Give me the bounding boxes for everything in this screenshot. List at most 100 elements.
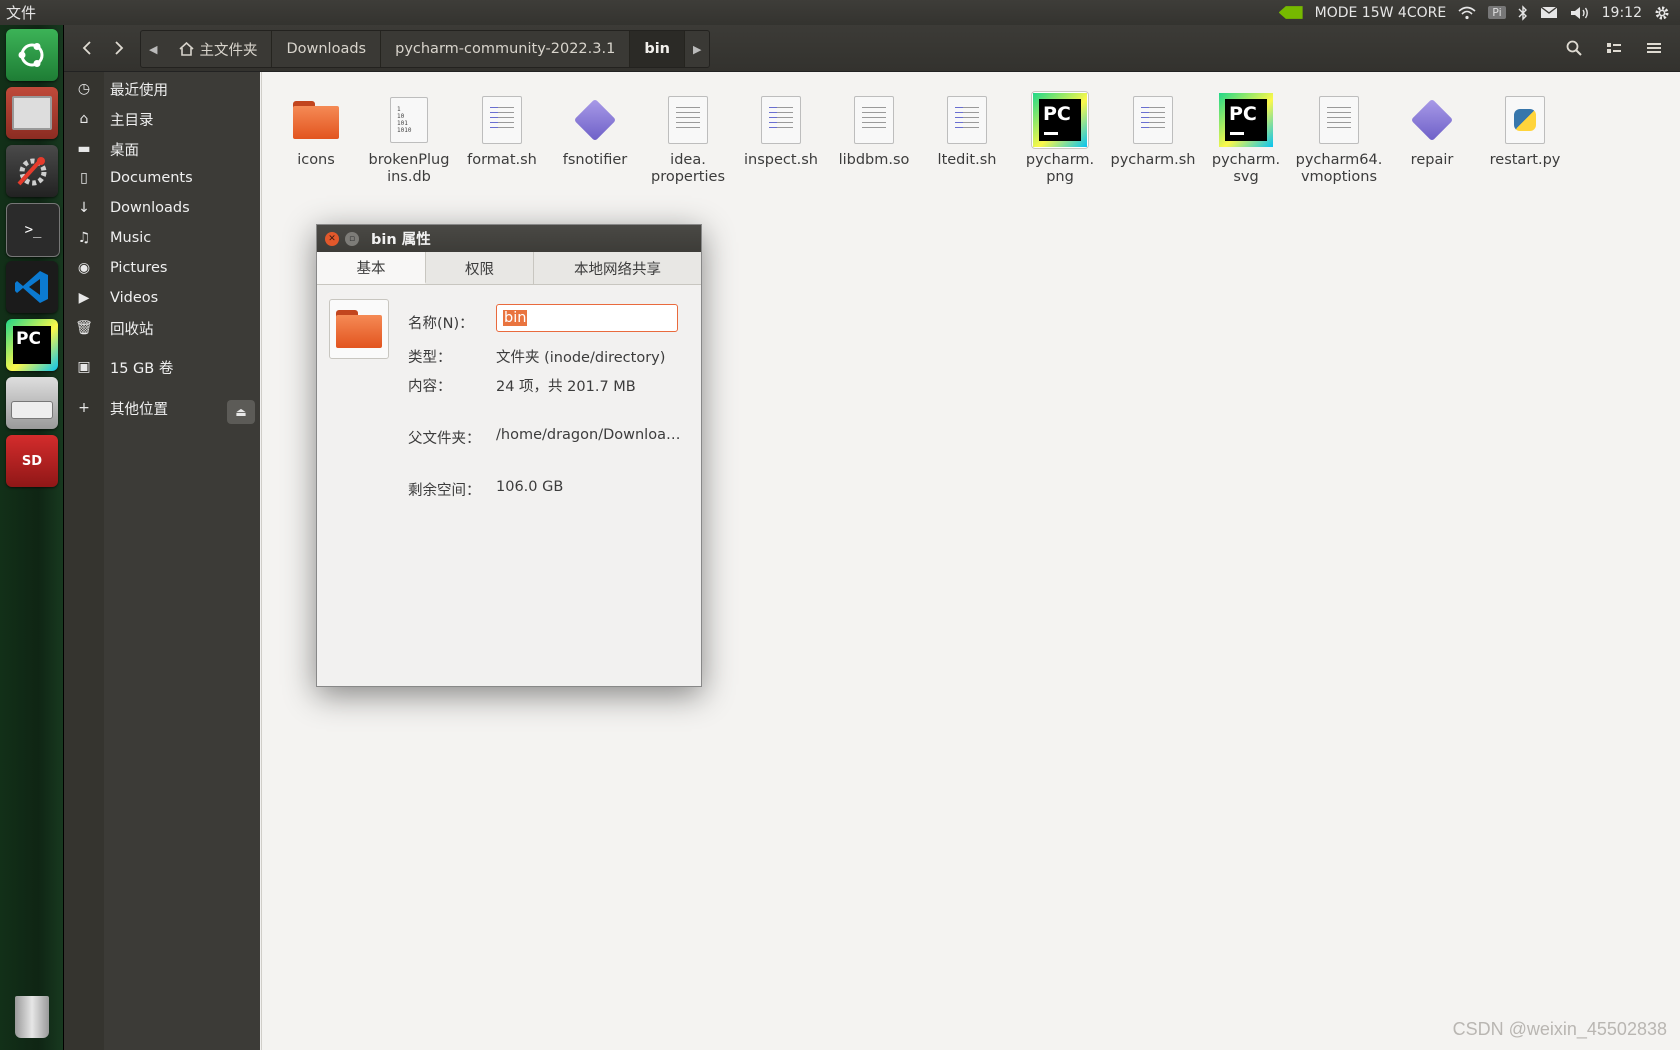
back-button[interactable] (72, 32, 102, 64)
home-icon: ⌂ (79, 111, 89, 127)
nvidia-icon[interactable] (1278, 3, 1303, 23)
file-item-ltedit-sh[interactable]: ltedit.sh (923, 92, 1011, 169)
vscode-icon[interactable] (6, 261, 58, 313)
tab-basic[interactable]: 基本 (317, 252, 426, 284)
sidebar-item-other-locations[interactable]: + 其他位置 (64, 393, 260, 423)
executable-icon (573, 98, 617, 142)
sidebar-item-label: 主目录 (110, 112, 154, 129)
parent-folder-label: 父文件夹： (408, 431, 481, 447)
file-name: pycharm. svg (1211, 152, 1281, 185)
file-item-pycharm-png[interactable]: PC pycharm. png (1016, 91, 1104, 186)
free-space-label: 剩余空间： (408, 483, 481, 499)
sidebar-item-recent[interactable]: ◷ 最近使用 (64, 74, 260, 104)
sidebar-item-desktop[interactable]: ▬ 桌面 (64, 134, 260, 164)
python-file-icon (1505, 96, 1545, 144)
contents-label: 内容： (408, 379, 452, 395)
pycharm-launcher-icon[interactable]: PC (6, 319, 58, 371)
folder-icon (336, 310, 382, 348)
file-name: pycharm64. vmoptions (1295, 152, 1383, 185)
sidebar-item-volume[interactable]: ▣ 15 GB 卷 (64, 352, 260, 382)
power-mode-label[interactable]: MODE 15W 4CORE (1315, 5, 1447, 21)
file-item-pycharm-sh[interactable]: pycharm.sh (1109, 92, 1197, 169)
close-icon[interactable]: ✕ (325, 231, 339, 246)
file-item-format-sh[interactable]: format.sh (458, 92, 546, 169)
drive-launcher-icon[interactable] (6, 377, 58, 429)
document-icon: ▯ (80, 170, 88, 186)
terminal-icon[interactable]: >_ (6, 203, 60, 257)
wifi-icon[interactable] (1458, 3, 1476, 23)
sidebar-item-label: 15 GB 卷 (110, 360, 174, 377)
dialog-titlebar[interactable]: ✕ ▫ bin 属性 (317, 225, 701, 252)
download-icon: ↓ (78, 200, 90, 216)
file-item-fsnotifier[interactable]: fsnotifier (551, 92, 639, 169)
mail-icon[interactable] (1540, 3, 1558, 23)
breadcrumb-left-arrow-icon[interactable]: ◀ (141, 31, 165, 67)
name-field[interactable]: bin (496, 304, 678, 332)
parent-folder-value[interactable]: /home/dragon/Download… (496, 427, 686, 443)
ubuntu-dash-icon[interactable] (6, 29, 58, 81)
crumb-downloads[interactable]: Downloads (272, 31, 382, 67)
file-item-libdbm-so[interactable]: libdbm.so (830, 92, 918, 169)
file-item-pycharm64-vmoptions[interactable]: pycharm64. vmoptions (1295, 92, 1383, 186)
sidebar-item-videos[interactable]: ▶ Videos (64, 283, 260, 313)
breadcrumb-right-arrow-icon[interactable]: ▶ (685, 31, 709, 67)
contents-value: 24 项，共 201.7 MB (496, 379, 636, 395)
file-item-icons[interactable]: icons (272, 92, 360, 169)
crumb-bin[interactable]: bin (630, 31, 686, 67)
app-menu-file[interactable]: 文件 (6, 2, 36, 23)
menu-button[interactable] (1636, 32, 1672, 64)
breadcrumb: ◀ 主文件夹 Downloads pycharm-community-2022.… (140, 30, 711, 68)
files-app-icon[interactable] (6, 87, 58, 139)
volume-icon[interactable] (1570, 3, 1590, 23)
crumb-home-label: 主文件夹 (199, 42, 258, 59)
clock-label[interactable]: 19:12 (1602, 5, 1642, 21)
sd-card-icon[interactable]: SD (6, 435, 58, 487)
sidebar-item-trash[interactable]: 🗑︎ 回收站 (64, 313, 260, 343)
sidebar-item-music[interactable]: ♫ Music (64, 223, 260, 253)
drive-icon: ▣ (77, 359, 91, 375)
file-item-brokenplugins[interactable]: 1 10 101 1010 brokenPlug ins.db (365, 92, 453, 186)
pi-indicator[interactable]: Pi (1488, 6, 1506, 19)
crumb-home[interactable]: 主文件夹 (165, 31, 273, 67)
file-name: ltedit.sh (937, 152, 997, 168)
plus-icon: + (78, 400, 90, 416)
list-view-icon (1607, 43, 1621, 53)
crumb-pycharm[interactable]: pycharm-community-2022.3.1 (381, 31, 631, 67)
file-name: inspect.sh (744, 152, 818, 168)
sidebar-item-pictures[interactable]: ◉ Pictures (64, 253, 260, 283)
file-item-pycharm-svg[interactable]: PC pycharm. svg (1202, 92, 1290, 186)
file-item-repair[interactable]: repair (1388, 92, 1476, 169)
file-name: restart.py (1489, 152, 1561, 168)
script-file-icon (947, 96, 987, 144)
name-field-value: bin (503, 310, 528, 326)
view-toggle-button[interactable] (1596, 32, 1632, 64)
executable-icon (1410, 98, 1454, 142)
minimize-icon[interactable]: ▫ (345, 231, 359, 246)
script-file-icon (482, 96, 522, 144)
name-label: 名称(N)： (408, 316, 474, 332)
settings-tools-icon[interactable] (6, 145, 58, 197)
sidebar-item-downloads[interactable]: ↓ Downloads (64, 193, 260, 223)
gear-icon[interactable] (1654, 3, 1670, 23)
file-name: format.sh (467, 152, 537, 168)
file-name: fsnotifier (562, 152, 628, 168)
search-button[interactable] (1556, 32, 1592, 64)
file-item-inspect-sh[interactable]: inspect.sh (737, 92, 825, 169)
file-item-idea-properties[interactable]: idea. properties (644, 92, 732, 186)
sidebar-item-label: Downloads (110, 200, 190, 216)
folder-icon (293, 101, 339, 139)
sidebar-item-home[interactable]: ⌂ 主目录 (64, 104, 260, 134)
tab-local-network-share[interactable]: 本地网络共享 (534, 252, 701, 284)
sidebar-item-label: 其他位置 (110, 401, 168, 418)
sidebar-item-label: Videos (110, 290, 159, 306)
folder-icon-preview[interactable] (329, 299, 389, 359)
forward-button[interactable] (104, 32, 134, 64)
file-item-restart-py[interactable]: restart.py (1481, 92, 1569, 169)
launcher-trash-icon[interactable] (6, 991, 58, 1043)
properties-dialog: ✕ ▫ bin 属性 基本 权限 本地网络共享 名称(N)： bin 类型： 文… (316, 224, 702, 687)
sidebar-item-documents[interactable]: ▯ Documents (64, 163, 260, 193)
tab-permissions[interactable]: 权限 (426, 252, 534, 284)
hamburger-icon (1647, 43, 1661, 53)
bluetooth-icon[interactable] (1518, 3, 1528, 23)
sidebar-item-label: Documents (110, 170, 193, 186)
